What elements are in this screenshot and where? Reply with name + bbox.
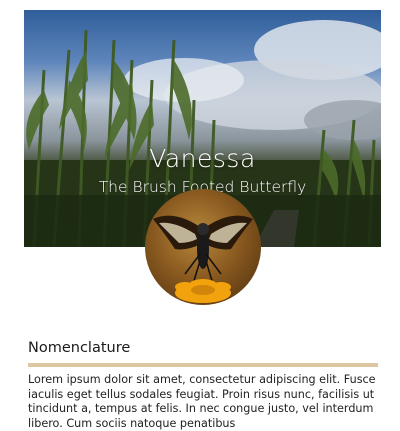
section-title: Nomenclature xyxy=(28,340,131,356)
avatar xyxy=(145,189,261,305)
hero-title: Vanessa xyxy=(149,144,256,173)
section-body-text: Lorem ipsum dolor sit amet, consectetur … xyxy=(28,373,376,430)
section-divider xyxy=(28,363,378,367)
butterfly-photo xyxy=(153,215,253,303)
